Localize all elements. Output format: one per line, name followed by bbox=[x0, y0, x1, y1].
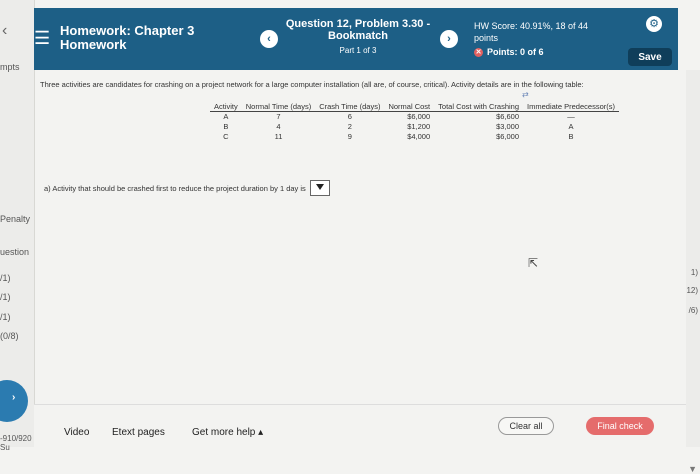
save-button[interactable]: Save bbox=[628, 48, 672, 66]
question-title-line1: Question 12, Problem 3.30 - bbox=[285, 18, 431, 30]
question-part: Part 1 of 3 bbox=[339, 46, 377, 55]
previous-question-button[interactable]: ‹ bbox=[260, 30, 278, 48]
mouse-cursor-icon: ⇱ bbox=[528, 256, 539, 270]
table-cell: 4 bbox=[276, 122, 281, 131]
etext-link[interactable]: Etext pages bbox=[112, 427, 165, 438]
table-cell: 7 bbox=[276, 112, 281, 121]
table-cell: 11 bbox=[274, 132, 283, 141]
homework-title-line2: Homework bbox=[60, 37, 127, 52]
problem-intro: Three activities are candidates for cras… bbox=[40, 80, 584, 89]
question-subtitle: Bookmatch bbox=[328, 30, 388, 42]
col-predecessors: Immediate Predecessor(s) bbox=[523, 102, 619, 112]
right-item-3: /6) bbox=[688, 306, 698, 315]
left-action-icon: › bbox=[12, 392, 16, 403]
left-item-3[interactable]: /1) bbox=[0, 312, 11, 322]
table-cell: $6,600 bbox=[496, 112, 520, 121]
question-header: ☰ Homework: Chapter 3 Homework ‹ Questio… bbox=[34, 8, 678, 70]
left-label-attempts: mpts bbox=[0, 62, 20, 72]
next-question-button[interactable]: › bbox=[440, 30, 458, 48]
clear-all-button[interactable]: Clear all bbox=[498, 417, 554, 435]
table-cell: A bbox=[223, 112, 229, 121]
col-crash-time: Crash Time (days) bbox=[315, 102, 385, 112]
table-cell: $1,200 bbox=[407, 122, 431, 131]
left-item-4[interactable]: (0/8) bbox=[0, 331, 19, 341]
activity-table: Activity Normal Time (days) Crash Time (… bbox=[210, 102, 619, 142]
data-copy-icon[interactable]: ⇄ bbox=[522, 90, 529, 99]
incorrect-icon: ✕ bbox=[474, 47, 483, 57]
question-part-a: a) Activity that should be crashed first… bbox=[44, 180, 330, 196]
table-row: C 11 9 $4,000 $6,000 B bbox=[210, 132, 619, 142]
left-label-penalty: Penalty bbox=[0, 214, 31, 224]
table-cell: $6,000 bbox=[407, 112, 431, 121]
homework-title-line1: Homework: Chapter 3 bbox=[60, 23, 195, 38]
col-activity: Activity bbox=[210, 102, 242, 112]
left-sidebar: ‹ mpts Penalty uestion /1) /1) /1) (0/8)… bbox=[0, 0, 35, 452]
left-bottom-label: -910/920 Su bbox=[0, 434, 32, 452]
table-cell: 2 bbox=[347, 122, 352, 131]
col-normal-time: Normal Time (days) bbox=[241, 102, 316, 112]
final-check-button[interactable]: Final check bbox=[586, 417, 654, 435]
gear-icon[interactable]: ⚙ bbox=[646, 16, 662, 32]
menu-icon[interactable]: ☰ bbox=[34, 28, 50, 49]
table-cell: A bbox=[568, 122, 574, 131]
question-content: Three activities are candidates for cras… bbox=[34, 70, 686, 404]
question-title: Question 12, Problem 3.30 - Bookmatch Pa… bbox=[278, 18, 438, 57]
hw-score: HW Score: 40.91%, 18 of 44 bbox=[474, 21, 589, 31]
table-cell: 6 bbox=[347, 112, 352, 121]
get-help-link[interactable]: Get more help ▴ bbox=[192, 427, 263, 438]
table-cell: $4,000 bbox=[407, 132, 431, 141]
table-cell: $6,000 bbox=[496, 132, 520, 141]
table-cell: C bbox=[223, 132, 229, 141]
table-cell: 9 bbox=[347, 132, 352, 141]
dropdown-arrow-icon bbox=[315, 184, 324, 190]
video-link[interactable]: Video bbox=[64, 427, 89, 438]
question-text: a) Activity that should be crashed first… bbox=[44, 183, 306, 193]
left-item-2[interactable]: /1) bbox=[0, 292, 11, 302]
table-cell: B bbox=[568, 132, 574, 141]
col-total-cost: Total Cost with Crashing bbox=[434, 102, 524, 112]
footer-bar: Video Etext pages Get more help ▴ Clear … bbox=[34, 404, 686, 448]
left-action-button[interactable]: › bbox=[0, 380, 28, 422]
table-cell: — bbox=[567, 112, 575, 121]
question-points: ✕ Points: 0 of 6 bbox=[474, 46, 588, 58]
score-info: HW Score: 40.91%, 18 of 44 points ✕ Poin… bbox=[474, 20, 588, 58]
right-item-1: 1) bbox=[690, 268, 698, 277]
homework-title: Homework: Chapter 3 Homework bbox=[60, 24, 194, 52]
table-cell: B bbox=[223, 122, 229, 131]
hw-score-points: points bbox=[474, 33, 499, 43]
points-label: Points: 0 of 6 bbox=[487, 47, 544, 57]
right-sidebar: 1) 12) /6) ▼ bbox=[686, 70, 700, 474]
left-label-question: uestion bbox=[0, 247, 30, 257]
table-row: A 7 6 $6,000 $6,600 — bbox=[210, 112, 619, 123]
left-item-1[interactable]: /1) bbox=[0, 273, 11, 283]
col-normal-cost: Normal Cost bbox=[384, 102, 435, 112]
table-cell: $3,000 bbox=[496, 122, 520, 131]
table-row: B 4 2 $1,200 $3,000 A bbox=[210, 122, 619, 132]
scroll-down-icon[interactable]: ▼ bbox=[688, 464, 697, 474]
answer-dropdown[interactable] bbox=[309, 180, 330, 196]
back-chevron-icon[interactable]: ‹ bbox=[2, 22, 7, 40]
right-item-2: 12) bbox=[686, 286, 698, 295]
